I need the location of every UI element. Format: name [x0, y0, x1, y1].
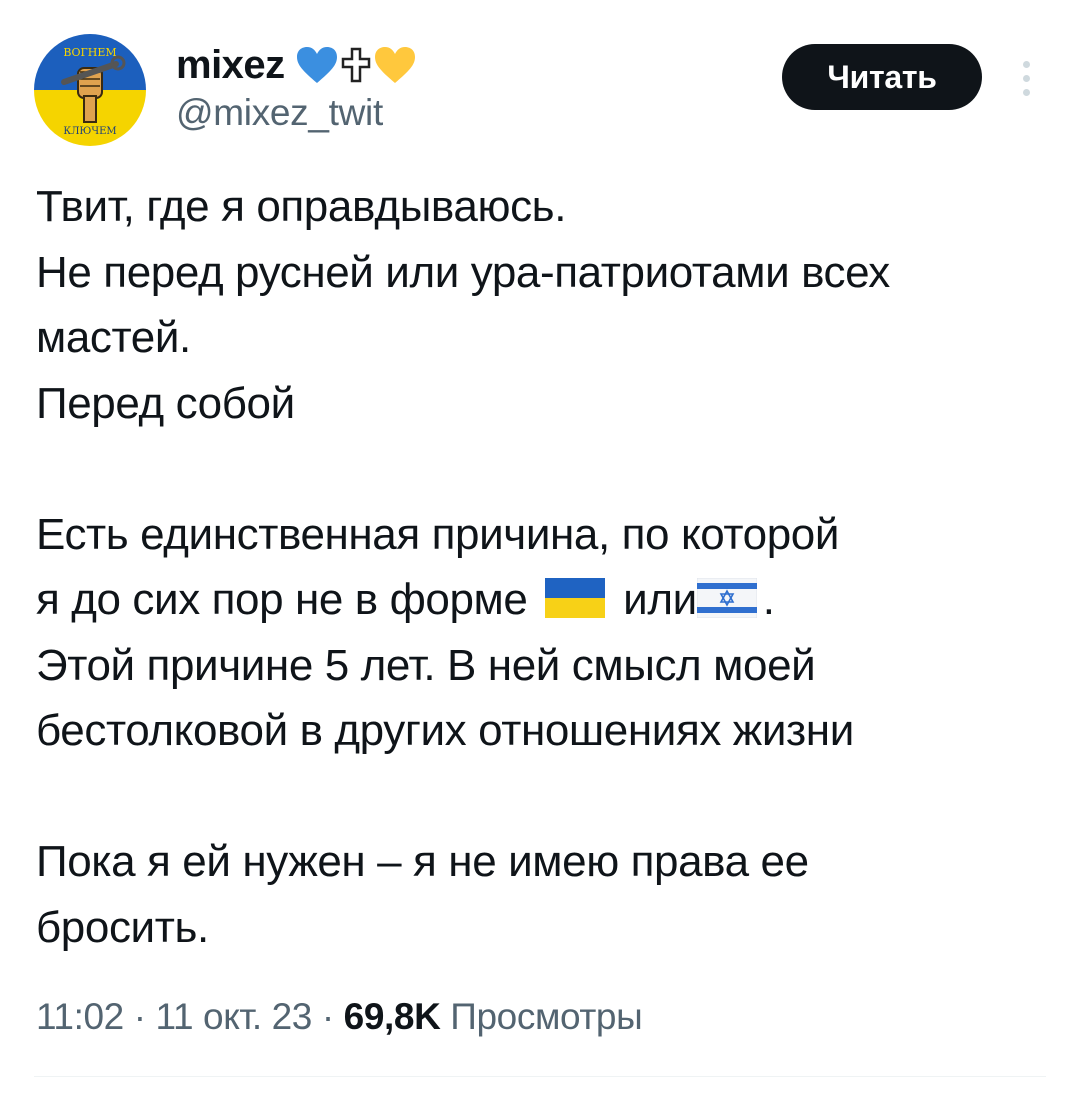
tweet-text: Твит, где я оправдываюсь. Не перед русне…: [36, 174, 1046, 960]
tweet-line: Этой причине 5 лет. В ней смысл моей: [36, 640, 816, 690]
tweet-line-with-flags: я до сих пор не в форме или .: [36, 567, 1046, 633]
avatar[interactable]: ВОГНЕМ КЛЮЧЕМ: [34, 34, 146, 146]
tweet-line: Пока я ей нужен – я не имею права ее: [36, 837, 809, 886]
views-label: Просмотры: [450, 996, 643, 1037]
divider: [34, 1076, 1046, 1077]
cross-icon: [341, 47, 370, 83]
author-block: mixez @mixez_twit: [176, 40, 417, 134]
blue-heart-icon: [296, 47, 337, 83]
tweet-line: Есть единственная причина, по которой: [36, 509, 840, 559]
meta-separator: ·: [123, 996, 156, 1037]
tweet-meta: 11:02 · 11 окт. 23 · 69,8K Просмотры: [36, 996, 643, 1038]
name-emojis: [295, 45, 417, 85]
israel-flag-icon: [696, 578, 757, 618]
tweet-card: ВОГНЕМ КЛЮЧЕМ mixez @mixez_twit Читать Т…: [0, 0, 1080, 1094]
yellow-heart-icon: [374, 47, 415, 83]
tweet-line-segment: .: [762, 575, 775, 624]
follow-button[interactable]: Читать: [782, 44, 982, 110]
author-handle[interactable]: @mixez_twit: [176, 92, 417, 134]
tweet-line: мастей.: [36, 313, 191, 362]
avatar-top-text: ВОГНЕМ: [63, 46, 116, 59]
tweet-line: бестолковой в других отношениях жизни: [36, 706, 854, 755]
ukraine-flag-icon: [545, 578, 606, 618]
views-count: 69,8K: [343, 996, 441, 1037]
tweet-line-segment: или: [623, 575, 697, 624]
meta-separator: ·: [311, 996, 344, 1037]
more-options-icon[interactable]: [1006, 54, 1046, 102]
tweet-line: бросить.: [36, 902, 209, 952]
tweet-line: Твит, где я оправдываюсь.: [36, 182, 567, 231]
author-name-row[interactable]: mixez: [176, 40, 417, 90]
tweet-line: Не перед русней или ура-патриотами всех: [36, 247, 890, 297]
avatar-bottom-text: КЛЮЧЕМ: [63, 126, 116, 137]
avatar-image: ВОГНЕМ КЛЮЧЕМ: [34, 34, 146, 146]
author-display-name: mixez: [176, 42, 285, 87]
tweet-date-link[interactable]: 11 окт. 23: [156, 996, 313, 1037]
tweet-line-segment: я до сих пор не в форме: [36, 575, 528, 624]
tweet-line: Перед собой: [36, 378, 295, 428]
tweet-time-link[interactable]: 11:02: [36, 996, 124, 1037]
